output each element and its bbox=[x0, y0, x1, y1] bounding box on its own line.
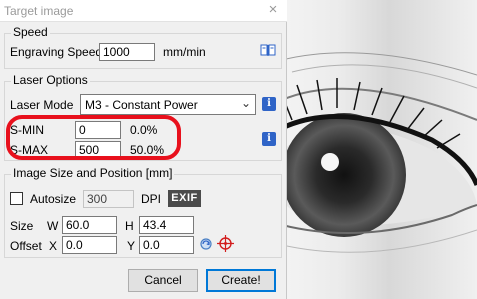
create-button[interactable]: Create! bbox=[206, 269, 276, 292]
offset-x-input[interactable]: 0.0 bbox=[62, 236, 117, 254]
dpi-label: DPI bbox=[141, 192, 162, 206]
width-label: W bbox=[47, 219, 59, 233]
offset-x-label: X bbox=[49, 239, 58, 253]
laser-mode-label: Laser Mode bbox=[10, 98, 74, 112]
smin-smax-info-icon[interactable]: i bbox=[262, 132, 276, 146]
eye-sketch-image bbox=[282, 52, 477, 253]
dialog-title: Target image bbox=[4, 4, 74, 18]
dialog-titlebar: Target image × bbox=[0, 0, 287, 22]
laser-mode-select[interactable]: M3 - Constant Power ⌄ bbox=[80, 94, 256, 115]
height-label: H bbox=[125, 219, 134, 233]
speed-group: Speed Engraving Speed 1000 mm/min bbox=[4, 25, 282, 69]
laser-options-group-label: Laser Options bbox=[11, 73, 90, 87]
target-image-dialog: Target image × Speed Engraving Speed 100… bbox=[0, 0, 287, 299]
refresh-icon[interactable] bbox=[199, 237, 213, 251]
offset-y-label: Y bbox=[127, 239, 136, 253]
cancel-button[interactable]: Cancel bbox=[128, 269, 198, 292]
autosize-checkbox[interactable] bbox=[10, 192, 23, 205]
speed-group-label: Speed bbox=[11, 25, 50, 39]
engraving-speed-input[interactable]: 1000 bbox=[99, 43, 155, 61]
crosshair-center-icon[interactable] bbox=[217, 235, 234, 252]
dpi-input[interactable]: 300 bbox=[83, 190, 134, 208]
size-label: Size bbox=[10, 219, 34, 233]
speed-unit-label: mm/min bbox=[163, 45, 206, 59]
height-input[interactable]: 43.4 bbox=[139, 216, 194, 234]
book-icon[interactable] bbox=[260, 43, 276, 57]
offset-y-input[interactable]: 0.0 bbox=[139, 236, 194, 254]
close-icon[interactable]: × bbox=[265, 2, 281, 18]
exif-button[interactable]: EXIF bbox=[168, 190, 201, 207]
image-size-group-label: Image Size and Position [mm] bbox=[11, 166, 175, 180]
offset-label: Offset bbox=[10, 239, 42, 253]
laser-mode-value: M3 - Constant Power bbox=[85, 98, 198, 112]
laser-mode-info-icon[interactable]: i bbox=[262, 97, 276, 111]
red-highlight-annotation bbox=[6, 115, 181, 160]
background-image-preview bbox=[282, 0, 477, 299]
autosize-label: Autosize bbox=[30, 192, 77, 206]
width-input[interactable]: 60.0 bbox=[62, 216, 117, 234]
image-size-group: Image Size and Position [mm] Autosize 30… bbox=[4, 166, 282, 258]
engraving-speed-label: Engraving Speed bbox=[10, 45, 103, 59]
chevron-down-icon: ⌄ bbox=[240, 96, 251, 110]
